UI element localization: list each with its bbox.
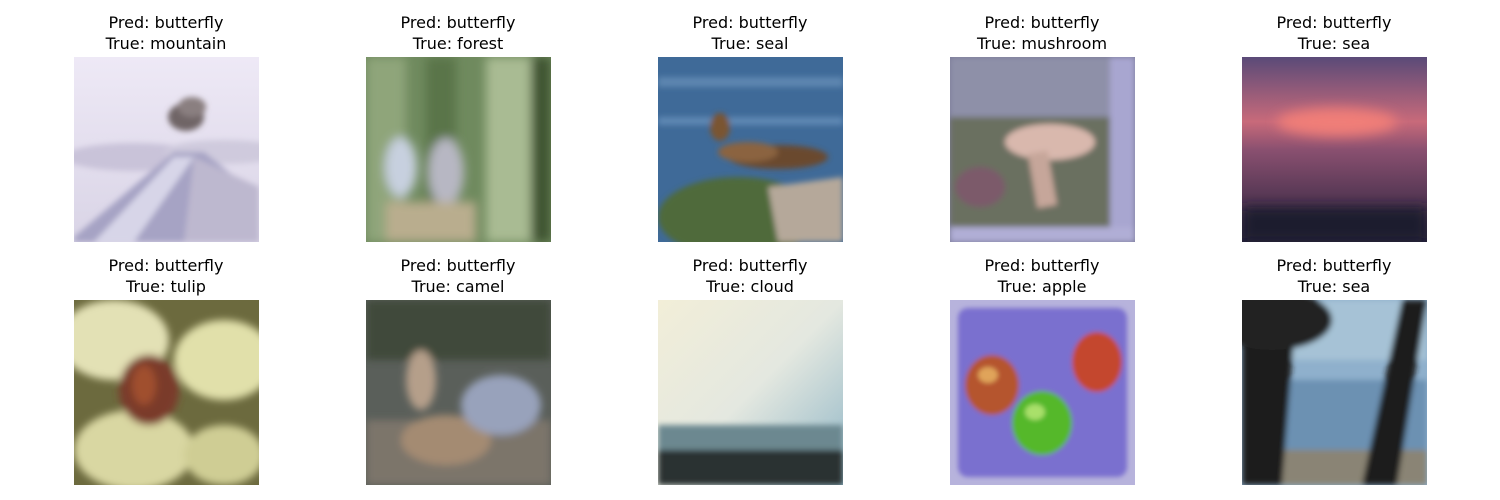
forest-image [366,57,551,242]
seal-image [658,57,843,242]
prediction-panel: Pred: butterfly True: camel [348,255,568,495]
sea-trees-image [1242,300,1427,485]
apple-image [950,300,1135,485]
true-label: True: tulip [126,277,206,296]
cloud-image [658,300,843,485]
panel-title: Pred: butterfly True: forest [348,12,568,54]
mushroom-image [950,57,1135,242]
prediction-panel: Pred: butterfly True: mountain [56,12,276,252]
pred-label: Pred: butterfly [108,256,224,275]
pred-label: Pred: butterfly [1276,13,1392,32]
panel-title: Pred: butterfly True: cloud [640,255,860,297]
prediction-panel: Pred: butterfly True: forest [348,12,568,252]
panel-title: Pred: butterfly True: seal [640,12,860,54]
true-label: True: seal [711,34,789,53]
pred-label: Pred: butterfly [1276,256,1392,275]
pred-label: Pred: butterfly [984,256,1100,275]
panel-title: Pred: butterfly True: mushroom [932,12,1152,54]
tulip-image [74,300,259,485]
mountain-image [74,57,259,242]
sea-sunset-image [1242,57,1427,242]
prediction-panel: Pred: butterfly True: mushroom [932,12,1152,252]
true-label: True: camel [411,277,505,296]
true-label: True: apple [997,277,1087,296]
panel-title: Pred: butterfly True: camel [348,255,568,297]
panel-title: Pred: butterfly True: sea [1224,255,1444,297]
panel-title: Pred: butterfly True: sea [1224,12,1444,54]
prediction-panel: Pred: butterfly True: sea [1224,255,1444,495]
true-label: True: mountain [105,34,227,53]
pred-label: Pred: butterfly [692,256,808,275]
pred-label: Pred: butterfly [400,13,516,32]
prediction-panel: Pred: butterfly True: seal [640,12,860,252]
prediction-panel: Pred: butterfly True: sea [1224,12,1444,252]
pred-label: Pred: butterfly [692,13,808,32]
camel-image [366,300,551,485]
true-label: True: sea [1297,277,1371,296]
prediction-panel: Pred: butterfly True: cloud [640,255,860,495]
true-label: True: cloud [706,277,794,296]
prediction-panel: Pred: butterfly True: tulip [56,255,276,495]
pred-label: Pred: butterfly [108,13,224,32]
prediction-panel: Pred: butterfly True: apple [932,255,1152,495]
true-label: True: forest [412,34,504,53]
pred-label: Pred: butterfly [400,256,516,275]
true-label: True: mushroom [976,34,1108,53]
pred-label: Pred: butterfly [984,13,1100,32]
panel-title: Pred: butterfly True: tulip [56,255,276,297]
panel-title: Pred: butterfly True: mountain [56,12,276,54]
true-label: True: sea [1297,34,1371,53]
panel-title: Pred: butterfly True: apple [932,255,1152,297]
